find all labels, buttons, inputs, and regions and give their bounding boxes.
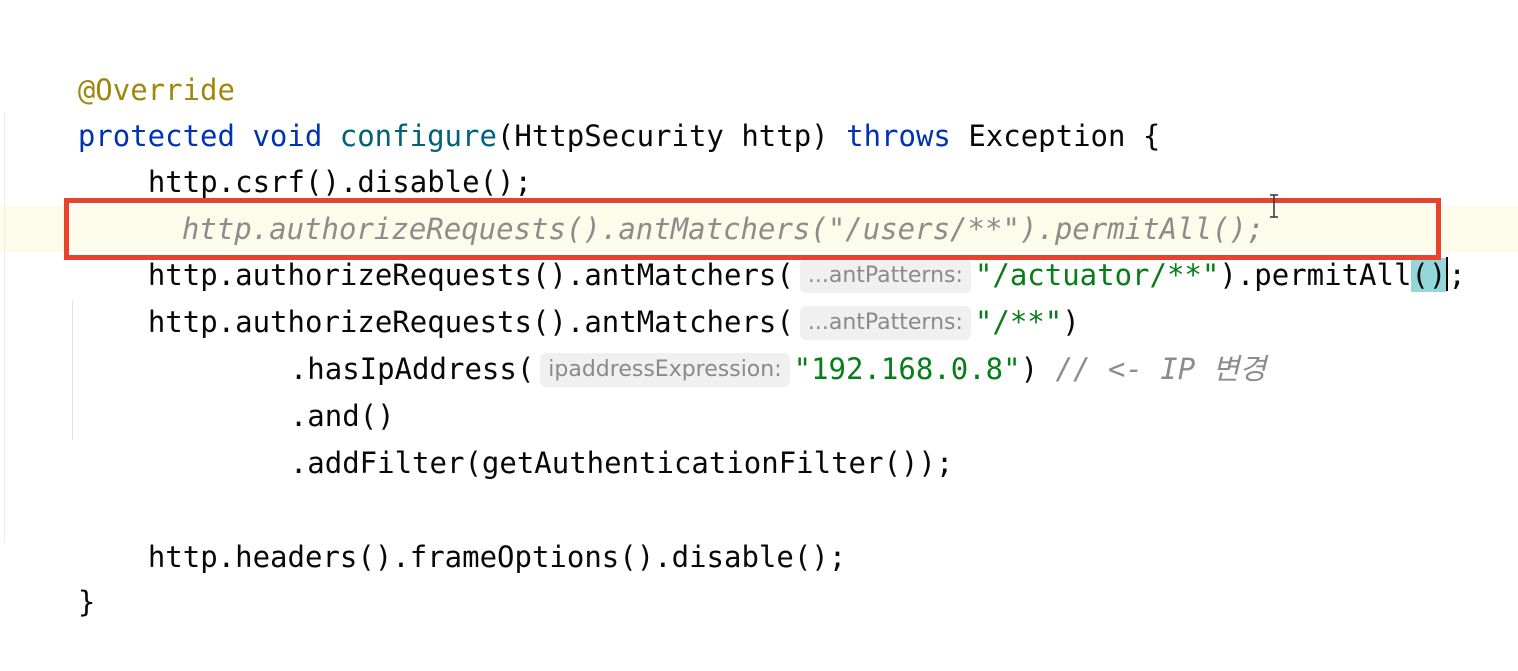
parameter-hint: ipaddressExpression: xyxy=(540,353,790,387)
keyword-token: throws xyxy=(846,119,951,153)
code-line-headers[interactable]: http.headers().frameOptions().disable(); xyxy=(78,488,846,574)
code-line-signature[interactable]: protected void configure(HttpSecurity ht… xyxy=(8,67,1161,153)
indent-guide xyxy=(4,112,5,542)
code-line-filter[interactable]: .addFilter(getAuthenticationFilter()); xyxy=(220,394,953,480)
red-highlight-box xyxy=(64,198,1441,260)
code-token: Exception { xyxy=(950,119,1161,153)
code-token: ).permitAll xyxy=(1219,258,1412,292)
code-token: } xyxy=(77,585,96,619)
matched-paren-highlight: () xyxy=(1411,258,1447,292)
comment-token: // <- IP 변경 xyxy=(1055,352,1267,386)
code-line-csrf[interactable]: http.csrf().disable(); xyxy=(78,113,532,199)
code-token: ; xyxy=(1448,258,1466,292)
code-line-and[interactable]: .and() xyxy=(220,347,395,433)
code-token: .addFilter(getAuthenticationFilter()); xyxy=(289,446,954,480)
code-line-annotation[interactable]: @Override xyxy=(8,21,235,107)
code-token: http.headers().frameOptions().disable(); xyxy=(147,540,847,574)
code-token: ) xyxy=(1020,352,1056,386)
string-token: "192.168.0.8" xyxy=(793,352,1021,386)
params-token: (HttpSecurity http) xyxy=(496,119,847,153)
indent-guide xyxy=(72,300,73,440)
code-line-closing[interactable]: } xyxy=(8,533,95,619)
ibeam-cursor-icon xyxy=(1270,194,1278,218)
code-line-ip[interactable]: .hasIpAddress(ipaddressExpression: "192.1… xyxy=(220,300,1266,387)
